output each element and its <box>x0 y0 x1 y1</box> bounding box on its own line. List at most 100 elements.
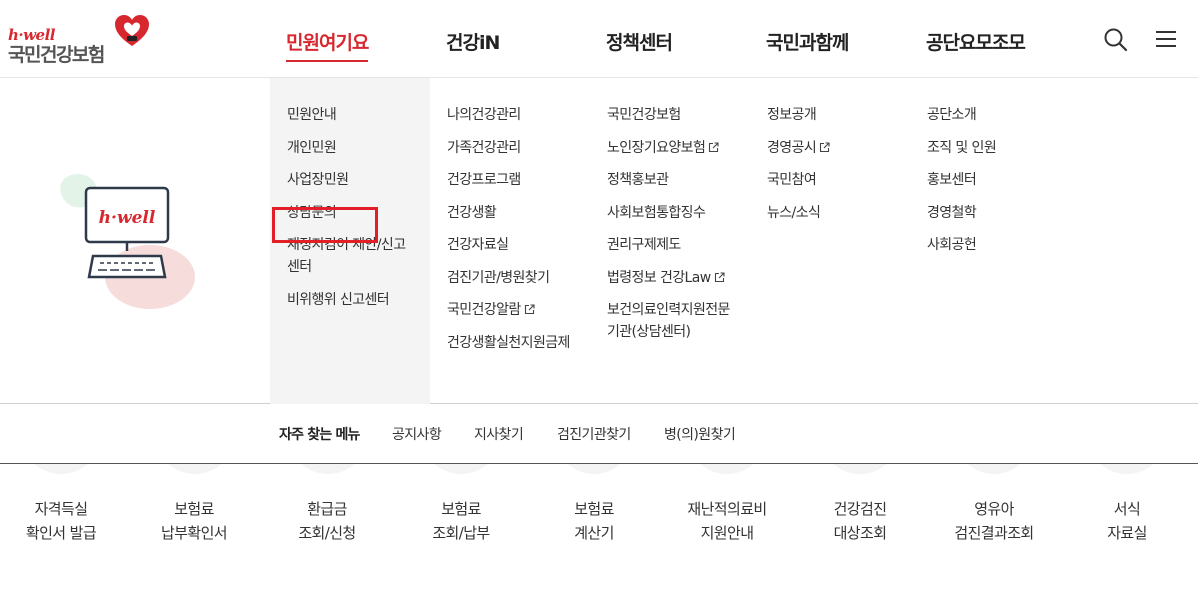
external-link-icon <box>709 141 719 152</box>
service-label-line: 자료실 <box>1107 524 1147 542</box>
gnb-about-nhis[interactable]: 공단요모조모 <box>926 28 1026 55</box>
service-label-line: 검진결과조회 <box>954 524 1034 542</box>
quick-link-hospital-finder[interactable]: 병(의)원찾기 <box>664 424 736 444</box>
service-label-line: 환급금 <box>307 500 347 518</box>
menu-item[interactable]: 사회공헌 <box>927 234 1087 256</box>
heart-icon <box>115 15 149 46</box>
service-label-line: 자격득실 <box>34 500 88 518</box>
service-refund[interactable]: 환급금 조회/신청 <box>260 497 394 545</box>
menu-item[interactable]: 홍보센터 <box>927 169 1087 191</box>
service-checkup-eligibility[interactable]: 건강검진 대상조회 <box>793 497 927 545</box>
service-label-line: 조회/신청 <box>298 524 356 542</box>
logo-name: 국민건강보험 <box>8 44 105 66</box>
menu-item[interactable]: 정보공개 <box>767 104 927 126</box>
service-infant-checkup-results[interactable]: 영유아 검진결과조회 <box>927 497 1061 545</box>
service-premium-calculator[interactable]: 보험료 계산기 <box>527 497 661 545</box>
menu-column-about: 공단소개 조직 및 인원 홍보센터 경영철학 사회공헌 <box>927 104 1087 267</box>
service-payment-certificate[interactable]: 보험료 납부확인서 <box>127 497 261 545</box>
external-link-icon <box>714 271 725 282</box>
service-label-line: 보험료 <box>441 500 481 518</box>
menu-item-label: 국민건강알람 <box>447 302 521 318</box>
menu-item[interactable]: 국민건강알람 <box>447 299 607 321</box>
service-icon-circle <box>687 464 767 474</box>
service-label-line: 지원안내 <box>700 524 754 542</box>
service-icon-circle <box>288 464 368 474</box>
service-label-line: 보험료 <box>574 500 614 518</box>
menu-item-label: 법령정보 건강Law <box>607 269 711 286</box>
nhis-logo[interactable]: h·well 국민건강보험 <box>8 12 158 68</box>
menu-item-label: 노인장기요양보험 <box>607 139 706 156</box>
header: h·well 국민건강보험 민원여기요 건강iN 정책센터 국민과함께 공단요모… <box>0 0 1198 78</box>
menu-item[interactable]: 권리구제제도 <box>607 234 767 256</box>
service-premium-payment[interactable]: 보험료 조회/납부 <box>394 497 528 545</box>
quick-link-branch-finder[interactable]: 지사찾기 <box>474 424 524 444</box>
service-label-line: 계산기 <box>574 524 614 542</box>
quick-menu-title: 자주 찾는 메뉴 <box>279 427 360 443</box>
service-label-line: 납부확인서 <box>160 524 228 542</box>
menu-column-policy: 국민건강보험 노인장기요양보험 정책홍보관 사회보험통합징수 권리구제제도 법령… <box>607 104 767 354</box>
menu-item[interactable]: 조직 및 인원 <box>927 137 1087 159</box>
service-label-line: 서식 <box>1113 500 1141 518</box>
quick-link-notices[interactable]: 공지사항 <box>392 424 442 444</box>
external-link-icon <box>524 304 535 315</box>
menu-item[interactable]: 국민건강보험 <box>607 104 767 126</box>
menu-item[interactable]: 국민참여 <box>767 169 927 191</box>
gnb-health-in[interactable]: 건강iN <box>446 28 500 55</box>
menu-item[interactable]: 건강생활 <box>447 202 607 224</box>
external-link-icon <box>820 141 830 152</box>
service-icon-circle <box>421 464 501 474</box>
menu-item[interactable]: 재정지킴이 제안/신고센터 <box>287 234 417 278</box>
service-icon-circle <box>155 464 235 474</box>
menu-item[interactable]: 사업장민원 <box>287 169 447 191</box>
menu-item[interactable]: 나의건강관리 <box>447 104 607 126</box>
menu-item[interactable]: 정책홍보관 <box>607 169 767 191</box>
illustration-label: h·well <box>99 208 156 228</box>
service-label-line: 영유아 <box>974 500 1014 518</box>
service-label-line: 건강검진 <box>833 500 887 518</box>
computer-illustration: h·well <box>60 174 195 309</box>
service-label-line: 조회/납부 <box>432 524 490 542</box>
menu-item[interactable]: 건강프로그램 <box>447 169 607 191</box>
service-label-line: 재난적의료비 <box>687 500 767 518</box>
menu-item[interactable]: 비위행위 신고센터 <box>287 289 447 311</box>
menu-item[interactable]: 상담문의 <box>287 202 447 224</box>
service-icon-circle <box>21 464 101 474</box>
service-label-line: 대상조회 <box>833 524 887 542</box>
service-icon-circle <box>1087 464 1167 474</box>
menu-item[interactable]: 뉴스/소식 <box>767 202 927 224</box>
menu-item-label: 경영공시 <box>767 139 817 156</box>
service-label-line: 보험료 <box>174 500 214 518</box>
menu-item[interactable]: 법령정보 건강Law <box>607 267 767 289</box>
menu-column-with-people: 정보공개 경영공시 국민참여 뉴스/소식 <box>767 104 927 234</box>
menu-item[interactable]: 노인장기요양보험 <box>607 137 767 159</box>
menu-item[interactable]: 보건의료인력지원전문기관(상담센터) <box>607 299 737 343</box>
mega-menu: h·well 민원안내 개인민원 사업장민원 상담문의 재정지킴이 제안/신고센… <box>0 78 1198 404</box>
menu-column-civil-service: 민원안내 개인민원 사업장민원 상담문의 재정지킴이 제안/신고센터 비위행위 … <box>287 104 447 321</box>
search-icon[interactable] <box>1103 27 1129 53</box>
service-label-line: 확인서 발급 <box>25 524 97 542</box>
menu-item[interactable]: 사회보험통합징수 <box>607 202 767 224</box>
menu-item[interactable]: 경영철학 <box>927 202 1087 224</box>
service-icon-circle <box>954 464 1034 474</box>
menu-item[interactable]: 가족건강관리 <box>447 137 607 159</box>
service-icon-circle <box>820 464 900 474</box>
gnb-civil-service[interactable]: 민원여기요 <box>286 28 369 62</box>
menu-item[interactable]: 건강생활실천지원금제 <box>447 332 577 354</box>
quick-link-checkup-finder[interactable]: 검진기관찾기 <box>557 424 631 444</box>
menu-item-personal-service[interactable]: 개인민원 <box>287 137 447 159</box>
menu-column-health: 나의건강관리 가족건강관리 건강프로그램 건강생활 건강자료실 검진기관/병원찾… <box>447 104 607 364</box>
menu-item[interactable]: 검진기관/병원찾기 <box>447 267 607 289</box>
menu-item[interactable]: 경영공시 <box>767 137 927 159</box>
hamburger-menu-icon[interactable] <box>1155 29 1177 49</box>
quick-menu-bar: 자주 찾는 메뉴 공지사항 지사찾기 검진기관찾기 병(의)원찾기 <box>0 405 1198 464</box>
menu-item[interactable]: 공단소개 <box>927 104 1087 126</box>
gnb-policy-center[interactable]: 정책센터 <box>606 28 673 55</box>
service-shortcuts: 자격득실 확인서 발급 보험료 납부확인서 환급금 조회/신청 보험료 조회/납… <box>0 464 1198 591</box>
service-icon-circle <box>554 464 634 474</box>
service-catastrophic-medical[interactable]: 재난적의료비 지원안내 <box>660 497 794 545</box>
gnb-with-people[interactable]: 국민과함께 <box>766 28 849 55</box>
menu-item[interactable]: 민원안내 <box>287 104 447 126</box>
menu-item[interactable]: 건강자료실 <box>447 234 607 256</box>
service-forms-library[interactable]: 서식 자료실 <box>1060 497 1194 545</box>
service-eligibility-certificate[interactable]: 자격득실 확인서 발급 <box>0 497 128 545</box>
